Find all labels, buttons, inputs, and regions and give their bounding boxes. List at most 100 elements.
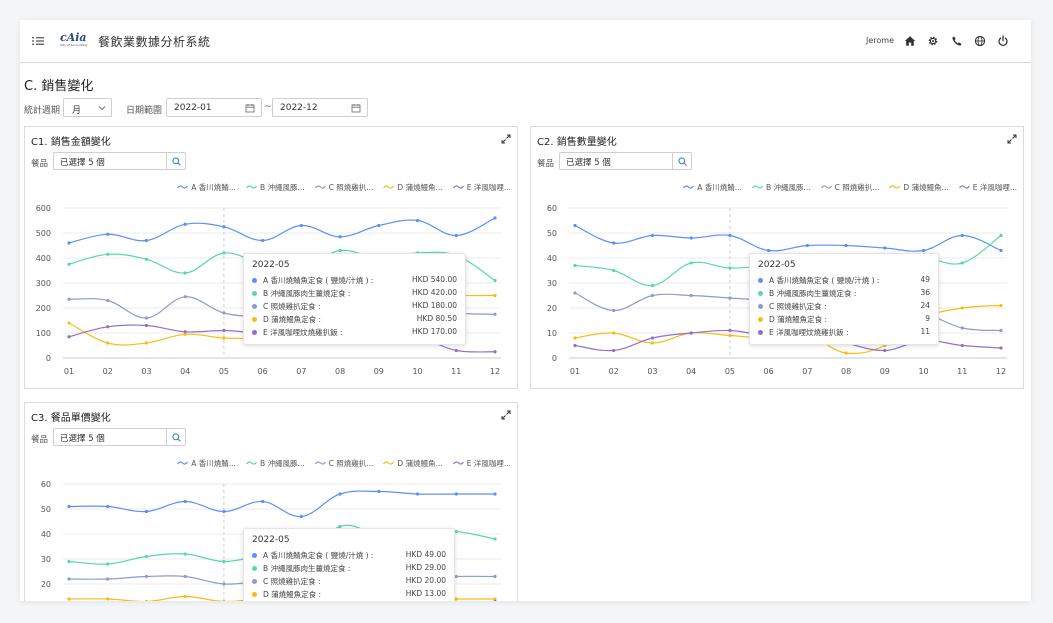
data-point[interactable]	[222, 336, 226, 340]
data-point[interactable]	[767, 248, 771, 253]
data-point[interactable]	[728, 328, 732, 333]
data-point[interactable]	[261, 238, 265, 243]
data-point[interactable]	[106, 597, 110, 601]
data-point[interactable]	[454, 597, 458, 601]
data-point[interactable]	[493, 293, 497, 298]
data-point[interactable]	[144, 599, 148, 601]
data-point[interactable]	[67, 597, 71, 601]
data-point[interactable]	[183, 574, 187, 579]
data-point[interactable]	[222, 582, 226, 586]
data-point[interactable]	[222, 599, 226, 601]
data-point[interactable]	[454, 529, 458, 534]
legend-item-c[interactable]: C 照燒雞扒...	[314, 182, 373, 192]
data-point[interactable]	[650, 233, 655, 238]
data-point[interactable]	[960, 306, 964, 310]
legend-item-b[interactable]: B 沖繩風豚...	[245, 458, 305, 468]
data-point[interactable]	[183, 295, 187, 299]
data-point[interactable]	[573, 291, 577, 295]
globe-icon[interactable]	[974, 35, 986, 47]
data-point[interactable]	[106, 298, 110, 303]
data-point[interactable]	[222, 251, 226, 255]
data-point[interactable]	[612, 331, 616, 335]
data-point[interactable]	[144, 509, 149, 514]
data-point[interactable]	[493, 574, 497, 579]
data-point[interactable]	[183, 552, 187, 556]
data-point[interactable]	[67, 559, 71, 564]
data-point[interactable]	[883, 348, 887, 353]
data-point[interactable]	[67, 297, 71, 301]
data-point[interactable]	[493, 216, 497, 220]
legend-item-e[interactable]: E 洋風咖哩...	[958, 182, 1017, 192]
data-point[interactable]	[612, 241, 616, 245]
data-point[interactable]	[67, 577, 71, 581]
data-point[interactable]	[222, 311, 226, 315]
data-point[interactable]	[261, 499, 265, 504]
home-icon[interactable]	[904, 35, 916, 47]
data-point[interactable]	[493, 278, 497, 283]
legend-item-e[interactable]: E 洋風咖哩...	[452, 458, 511, 468]
data-point[interactable]	[960, 343, 964, 348]
data-point[interactable]	[805, 243, 809, 248]
data-point[interactable]	[144, 341, 149, 345]
data-point[interactable]	[573, 263, 577, 268]
data-point[interactable]	[999, 303, 1003, 308]
logo[interactable]: cAia City of Accounting	[60, 32, 87, 50]
data-point[interactable]	[106, 341, 110, 345]
data-point[interactable]	[144, 574, 149, 579]
legend-item-c[interactable]: C 照燒雞扒...	[820, 182, 879, 192]
data-point[interactable]	[728, 333, 732, 338]
data-point[interactable]	[728, 233, 732, 238]
data-point[interactable]	[493, 492, 497, 496]
data-point[interactable]	[67, 335, 71, 339]
data-point[interactable]	[493, 350, 497, 354]
date-from-input[interactable]: 2022-01	[166, 98, 262, 117]
data-point[interactable]	[144, 238, 149, 243]
data-point[interactable]	[573, 223, 577, 228]
data-point[interactable]	[377, 223, 381, 228]
data-point[interactable]	[689, 261, 693, 265]
data-point[interactable]	[612, 268, 616, 273]
period-select[interactable]: 月	[63, 98, 112, 117]
data-point[interactable]	[415, 218, 420, 223]
data-point[interactable]	[493, 312, 497, 316]
data-point[interactable]	[299, 223, 303, 228]
data-point[interactable]	[883, 246, 887, 250]
data-point[interactable]	[454, 348, 458, 353]
legend-item-d[interactable]: D 蒲燒鰻魚...	[889, 182, 949, 192]
data-point[interactable]	[67, 262, 71, 266]
legend-item-a[interactable]: A 香川燒鯖...	[177, 458, 236, 468]
data-point[interactable]	[454, 492, 458, 496]
data-point[interactable]	[650, 283, 655, 288]
data-point[interactable]	[650, 341, 655, 345]
data-point[interactable]	[222, 559, 226, 564]
data-point[interactable]	[338, 248, 342, 253]
data-point[interactable]	[454, 574, 458, 579]
data-point[interactable]	[106, 504, 110, 509]
data-point[interactable]	[650, 336, 655, 340]
data-point[interactable]	[183, 594, 187, 599]
data-point[interactable]	[999, 248, 1003, 253]
data-point[interactable]	[144, 257, 149, 261]
data-point[interactable]	[689, 331, 693, 335]
meal-select-input[interactable]: 已選擇 5 個	[53, 152, 167, 170]
menu-icon[interactable]	[32, 35, 44, 47]
legend-item-a[interactable]: A 香川燒鯖...	[683, 182, 742, 192]
legend-item-a[interactable]: A 香川燒鯖...	[177, 182, 236, 192]
data-point[interactable]	[338, 235, 342, 239]
legend-item-d[interactable]: D 蒲燒鰻魚...	[383, 182, 443, 192]
meal-search-button[interactable]	[166, 428, 186, 446]
data-point[interactable]	[573, 336, 577, 340]
data-point[interactable]	[689, 236, 693, 240]
data-point[interactable]	[377, 489, 381, 494]
data-point[interactable]	[728, 296, 732, 300]
data-point[interactable]	[415, 492, 420, 496]
legend-item-b[interactable]: B 沖繩風豚...	[751, 182, 811, 192]
expand-icon[interactable]	[501, 134, 511, 144]
data-point[interactable]	[144, 323, 149, 328]
data-point[interactable]	[183, 271, 187, 275]
data-point[interactable]	[144, 554, 149, 559]
data-point[interactable]	[844, 243, 848, 248]
data-point[interactable]	[106, 232, 110, 236]
meal-search-button[interactable]	[166, 152, 186, 170]
data-point[interactable]	[999, 328, 1003, 333]
